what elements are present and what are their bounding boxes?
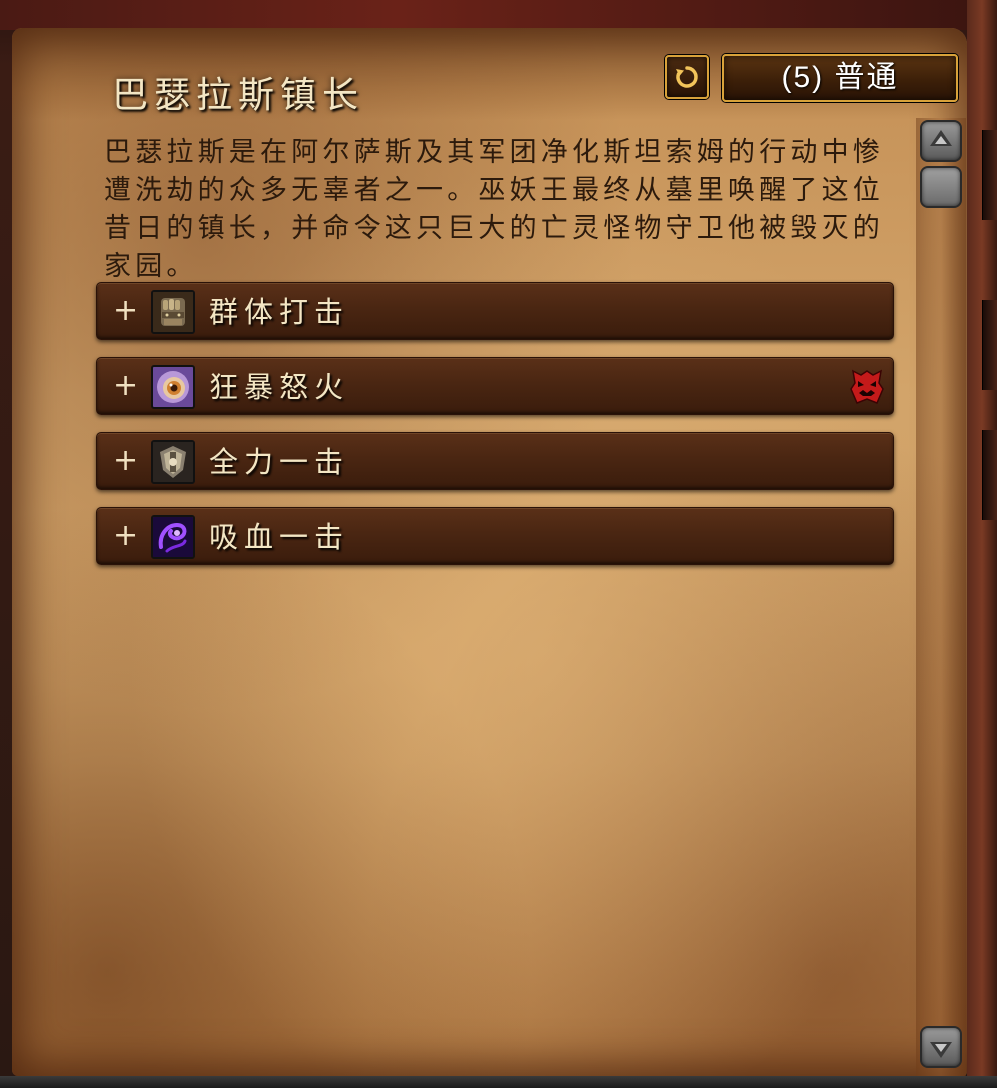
expand-plus-icon[interactable]: + — [113, 443, 138, 479]
vampiric-strike-icon — [151, 515, 195, 559]
ability-name: 群体打击 — [209, 295, 350, 329]
ability-header-4[interactable]: + 吸血一击 — [96, 507, 894, 565]
enrage-icon[interactable] — [847, 367, 887, 407]
side-tab[interactable] — [982, 430, 997, 520]
window-top-border — [0, 0, 997, 30]
shield-strike-icon — [151, 440, 195, 484]
difficulty-dropdown[interactable]: (5) 普通 — [722, 54, 958, 102]
scroll-up-icon — [930, 130, 952, 146]
ability-list: + 群体打击 + 狂暴怒火 + 全力一击 + 吸血一击 — [96, 282, 894, 565]
window-bottom-border — [0, 1076, 997, 1088]
reset-arrow-icon — [676, 66, 698, 88]
encounter-journal-window: 巴瑟拉斯镇长 (5) 普通 巴瑟拉斯是在阿尔萨斯及其军团净化斯坦索姆的行动中惨遭… — [0, 0, 997, 1088]
side-tab[interactable] — [982, 130, 997, 220]
rage-eye-icon — [151, 365, 195, 409]
ability-name: 全力一击 — [209, 445, 350, 479]
scrollbar-track[interactable] — [916, 118, 966, 1076]
scroll-down-icon — [930, 1042, 952, 1058]
ability-name: 吸血一击 — [209, 520, 350, 554]
side-tab[interactable] — [982, 300, 997, 390]
encounter-description: 巴瑟拉斯是在阿尔萨斯及其军团净化斯坦索姆的行动中惨遭洗劫的众多无辜者之一。巫妖王… — [104, 137, 884, 282]
ability-name: 狂暴怒火 — [209, 370, 350, 404]
scroll-thumb[interactable] — [920, 166, 962, 208]
expand-plus-icon[interactable]: + — [113, 368, 138, 404]
ability-header-2[interactable]: + 狂暴怒火 — [96, 357, 894, 415]
ability-header-3[interactable]: + 全力一击 — [96, 432, 894, 490]
scroll-down-button[interactable] — [920, 1026, 962, 1068]
reset-button[interactable] — [665, 55, 709, 99]
ability-header-1[interactable]: + 群体打击 — [96, 282, 894, 340]
armored-fist-icon — [151, 290, 195, 334]
scroll-up-button[interactable] — [920, 120, 962, 162]
expand-plus-icon[interactable]: + — [113, 293, 138, 329]
expand-plus-icon[interactable]: + — [113, 518, 138, 554]
encounter-title: 巴瑟拉斯镇长 — [112, 75, 365, 116]
